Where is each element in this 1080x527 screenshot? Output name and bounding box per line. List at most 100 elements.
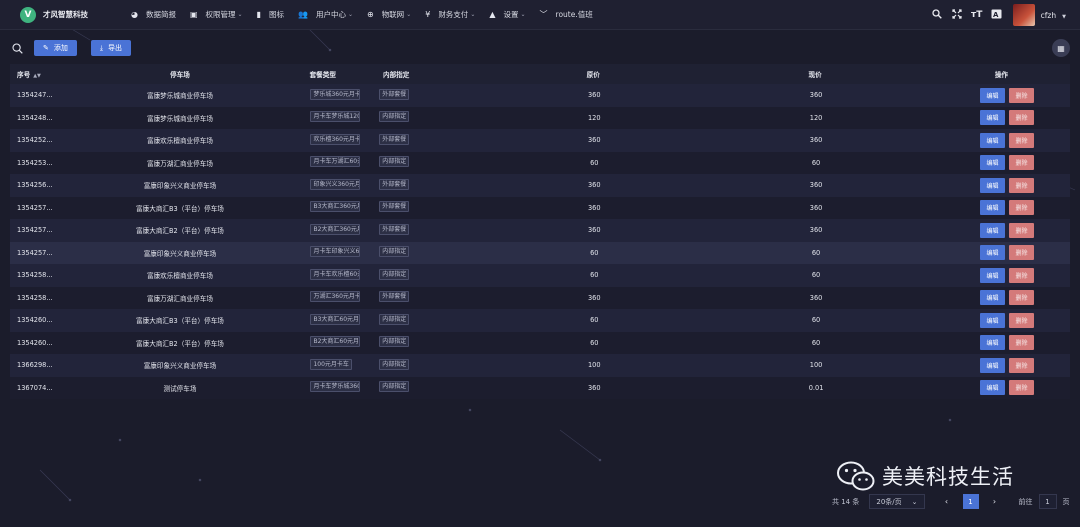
edit-button[interactable]: 编辑 bbox=[980, 267, 1006, 283]
edit-button[interactable]: 编辑 bbox=[980, 245, 1006, 261]
goto-page-input[interactable]: 1 bbox=[1038, 494, 1057, 509]
delete-button[interactable]: 删除 bbox=[1009, 177, 1035, 193]
delete-button[interactable]: 删除 bbox=[1009, 312, 1035, 328]
cell-parking: 测试停车场 bbox=[163, 384, 197, 393]
fullscreen-icon[interactable] bbox=[947, 8, 967, 22]
internal-tag: 内部指定 bbox=[379, 313, 410, 325]
nav-item-0[interactable]: ◕ 数据简报 bbox=[124, 0, 183, 30]
cell-original-price: 60 bbox=[590, 271, 599, 280]
column-header-id[interactable]: 序号 ▲▼ bbox=[10, 69, 85, 79]
edit-button[interactable]: 编辑 bbox=[980, 87, 1006, 103]
column-header-current-price: 现价 bbox=[808, 71, 822, 79]
delete-button[interactable]: 删除 bbox=[1009, 132, 1035, 148]
delete-button[interactable]: 删除 bbox=[1009, 290, 1035, 306]
yen-icon: ¥ bbox=[425, 10, 431, 19]
edit-button[interactable]: 编辑 bbox=[980, 132, 1006, 148]
pagination: 共 14 条 20条/页 ⌄ ‹ 1 › 前往 1 页 bbox=[832, 494, 1070, 509]
cell-package-type: B3大商汇60元月卡 bbox=[274, 313, 372, 327]
next-page-button[interactable]: › bbox=[987, 497, 1003, 506]
cell-current-price: 60 bbox=[811, 271, 821, 280]
cell-actions: 编辑 删除 bbox=[913, 357, 1071, 373]
table-row: 1354257... 富康大商汇B2（平台）停车场 B2大商汇360元月卡 外部套餐 3… bbox=[10, 219, 1070, 242]
edit-button[interactable]: 编辑 bbox=[980, 177, 1006, 193]
page-size-select[interactable]: 20条/页 ⌄ bbox=[869, 494, 925, 509]
cell-package-type: 印象兴义360元月卡 bbox=[274, 178, 372, 192]
add-button[interactable]: ✎ 添加 bbox=[34, 40, 77, 56]
cell-parking: 富康欢乐檀商业停车场 bbox=[147, 272, 213, 281]
edit-button[interactable]: 编辑 bbox=[980, 155, 1006, 171]
delete-button[interactable]: 删除 bbox=[1009, 222, 1035, 238]
table-row: 1354252... 富康欢乐檀商业停车场 欢乐檀360元月卡 外部套餐 360 360 编… bbox=[10, 129, 1070, 152]
translate-icon[interactable]: A bbox=[987, 9, 1007, 22]
package-tag: 100元月卡车 bbox=[310, 358, 352, 370]
nav-item-5[interactable]: ¥ 财务支付 ⌄ bbox=[418, 0, 482, 30]
nav-item-7[interactable]: ﹀ route.值班 bbox=[533, 0, 600, 30]
delete-button[interactable]: 删除 bbox=[1009, 200, 1035, 216]
edit-button[interactable]: 编辑 bbox=[980, 312, 1006, 328]
cell-current-price: 60 bbox=[811, 316, 821, 325]
prev-page-button[interactable]: ‹ bbox=[939, 497, 955, 506]
delete-button[interactable]: 删除 bbox=[1009, 110, 1035, 126]
edit-button[interactable]: 编辑 bbox=[980, 357, 1006, 373]
cell-parking: 富康欢乐檀商业停车场 bbox=[147, 137, 213, 146]
nav-item-label: 财务支付 bbox=[438, 10, 469, 19]
edit-button[interactable]: 编辑 bbox=[980, 380, 1006, 396]
edit-button[interactable]: 编辑 bbox=[980, 200, 1006, 216]
nav-item-6[interactable]: ▲ 设置 ⌄ bbox=[482, 0, 532, 30]
cell-current-price: 360 bbox=[809, 226, 823, 235]
nav-item-label: 数据简报 bbox=[145, 10, 176, 19]
chevron-down-icon[interactable]: ▼ bbox=[1062, 14, 1066, 20]
package-table: 序号 ▲▼ 停车场 套餐类型 内部指定 原价 现价 操作 1354247... 富康… bbox=[10, 64, 1070, 399]
column-settings-icon[interactable]: ▦ bbox=[1052, 39, 1070, 57]
table-header: 序号 ▲▼ 停车场 套餐类型 内部指定 原价 现价 操作 bbox=[10, 64, 1070, 84]
nav-item-3[interactable]: 👥 用户中心 ⌄ bbox=[291, 0, 360, 30]
delete-button[interactable]: 删除 bbox=[1009, 335, 1035, 351]
delete-button[interactable]: 删除 bbox=[1009, 267, 1035, 283]
edit-button[interactable]: 编辑 bbox=[980, 290, 1006, 306]
delete-button[interactable]: 删除 bbox=[1009, 155, 1035, 171]
package-tag: 月卡车万湖汇60元 bbox=[310, 156, 361, 168]
table-row: 1354248... 富康梦乐城商业停车场 月卡车梦乐城120元 内部指定 120 120… bbox=[10, 106, 1070, 129]
font-size-icon[interactable]: тT bbox=[967, 10, 987, 20]
app-logo[interactable]: V 才风智慧科技 bbox=[20, 6, 124, 23]
user-avatar[interactable] bbox=[1012, 4, 1035, 26]
package-tag: 梦乐城360元月卡 bbox=[310, 88, 361, 100]
cell-original-price: 360 bbox=[587, 203, 601, 212]
cell-current-price: 360 bbox=[809, 91, 823, 100]
cell-original-price: 60 bbox=[590, 316, 599, 325]
delete-button[interactable]: 删除 bbox=[1009, 245, 1035, 261]
nav-item-4[interactable]: ⊕ 物联网 ⌄ bbox=[360, 0, 418, 30]
edit-button[interactable]: 编辑 bbox=[980, 222, 1006, 238]
internal-tag: 外部套餐 bbox=[379, 88, 410, 100]
delete-button[interactable]: 删除 bbox=[1009, 357, 1035, 373]
search-icon[interactable] bbox=[927, 8, 947, 22]
top-navbar: V 才风智慧科技 ◕ 数据简报 ▣ 权限管理 ⌄ ▮ 图标 👥 用户中心 ⌄ ⊕ 物联网 ⌄ ¥ 财务支付 ⌄… bbox=[0, 0, 1080, 30]
cell-current-price: 60 bbox=[811, 338, 821, 347]
nav-item-2[interactable]: ▮ 图标 bbox=[250, 0, 291, 30]
current-page-button[interactable]: 1 bbox=[962, 494, 979, 509]
nav-item-label: route.值班 bbox=[555, 10, 593, 19]
delete-button[interactable]: 删除 bbox=[1009, 380, 1035, 396]
user-name[interactable]: cfzh bbox=[1041, 11, 1056, 20]
sort-icon[interactable]: ▲▼ bbox=[33, 73, 41, 79]
delete-button[interactable]: 删除 bbox=[1009, 87, 1035, 103]
internal-tag: 外部套餐 bbox=[379, 178, 410, 190]
internal-tag: 内部指定 bbox=[379, 358, 410, 370]
export-button[interactable]: ⤓ 导出 bbox=[90, 40, 131, 56]
cell-id: 1367074... bbox=[17, 383, 53, 392]
cell-current-price: 60 bbox=[811, 158, 821, 167]
cell-internal: 外部套餐 bbox=[372, 223, 469, 237]
cell-current-price: 120 bbox=[809, 113, 823, 122]
cell-actions: 编辑 删除 bbox=[913, 200, 1071, 216]
chevron-down-icon: ⌄ bbox=[237, 11, 243, 18]
cell-id: 1354260... bbox=[17, 316, 53, 325]
edit-button[interactable]: 编辑 bbox=[980, 335, 1006, 351]
chevron-down-icon: ⌄ bbox=[911, 497, 918, 506]
search-icon[interactable] bbox=[10, 41, 24, 55]
iot-icon: ⊕ bbox=[366, 10, 374, 19]
add-button-label: 添加 bbox=[53, 44, 68, 52]
cell-internal: 内部指定 bbox=[372, 268, 469, 282]
cell-current-price: 360 bbox=[809, 181, 823, 190]
nav-item-1[interactable]: ▣ 权限管理 ⌄ bbox=[183, 0, 250, 30]
edit-button[interactable]: 编辑 bbox=[980, 110, 1006, 126]
